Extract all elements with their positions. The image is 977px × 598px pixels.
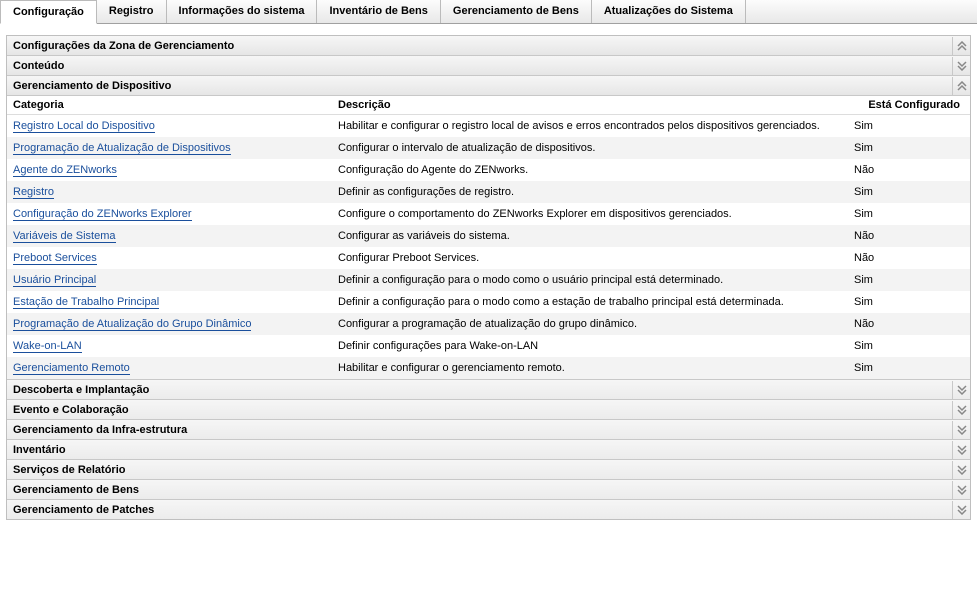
row-description: Configurar o intervalo de atualização de…: [338, 142, 854, 154]
tab-registro[interactable]: Registro: [97, 0, 167, 23]
collapsed-section-title: Evento e Colaboração: [13, 404, 129, 416]
collapsed-section-header[interactable]: Gerenciamento de Patches: [7, 499, 970, 519]
category-link[interactable]: Preboot Services: [13, 252, 97, 265]
expand-icon[interactable]: [952, 401, 970, 419]
table-row: Registro Local do Dispositivo Habilitar e…: [7, 115, 970, 137]
table-row: Estação de Trabalho Principal Definir a c…: [7, 291, 970, 313]
tab-configuracao[interactable]: Configuração: [0, 0, 97, 24]
category-link[interactable]: Wake-on-LAN: [13, 340, 82, 353]
row-configured: Não: [854, 230, 964, 242]
collapsed-section-title: Gerenciamento de Bens: [13, 484, 139, 496]
category-link[interactable]: Registro Local do Dispositivo: [13, 120, 155, 133]
row-description: Configure o comportamento do ZENworks Ex…: [338, 208, 854, 220]
row-configured: Sim: [854, 186, 964, 198]
row-description: Definir as configurações de registro.: [338, 186, 854, 198]
section-zone-header[interactable]: Configurações da Zona de Gerenciamento: [7, 36, 970, 56]
row-configured: Não: [854, 164, 964, 176]
collapsed-sections: Descoberta e Implantação Evento e Colabor…: [7, 379, 970, 519]
collapsed-section-header[interactable]: Inventário: [7, 439, 970, 459]
collapsed-section-header[interactable]: Gerenciamento de Bens: [7, 479, 970, 499]
category-link[interactable]: Programação de Atualização de Dispositiv…: [13, 142, 231, 155]
collapsed-section-header[interactable]: Evento e Colaboração: [7, 399, 970, 419]
category-link[interactable]: Gerenciamento Remoto: [13, 362, 130, 375]
collapsed-section-header[interactable]: Serviços de Relatório: [7, 459, 970, 479]
col-description: Descrição: [338, 99, 854, 111]
expand-icon[interactable]: [952, 57, 970, 75]
collapsed-section-title: Inventário: [13, 444, 66, 456]
row-description: Habilitar e configurar o gerenciamento r…: [338, 362, 854, 374]
table-row: Programação de Atualização de Dispositiv…: [7, 137, 970, 159]
main-panel: Configurações da Zona de Gerenciamento C…: [6, 35, 971, 520]
category-link[interactable]: Configuração do ZENworks Explorer: [13, 208, 192, 221]
expand-icon[interactable]: [952, 381, 970, 399]
column-headers: Categoria Descrição Está Configurado: [7, 96, 970, 115]
section-content-title: Conteúdo: [13, 60, 64, 72]
category-link[interactable]: Programação de Atualização do Grupo Dinâ…: [13, 318, 251, 331]
row-description: Definir configurações para Wake-on-LAN: [338, 340, 854, 352]
row-configured: Sim: [854, 340, 964, 352]
row-configured: Sim: [854, 362, 964, 374]
row-configured: Sim: [854, 296, 964, 308]
col-category: Categoria: [13, 99, 338, 111]
row-configured: Não: [854, 252, 964, 264]
section-device-mgmt-title: Gerenciamento de Dispositivo: [13, 80, 171, 92]
section-device-mgmt-header[interactable]: Gerenciamento de Dispositivo: [7, 76, 970, 96]
table-row: Agente do ZENworks Configuração do Agente…: [7, 159, 970, 181]
table-row: Usuário Principal Definir a configuração …: [7, 269, 970, 291]
table-row: Gerenciamento Remoto Habilitar e configur…: [7, 357, 970, 379]
row-description: Definir a configuração para o modo como …: [338, 274, 854, 286]
category-link[interactable]: Registro: [13, 186, 54, 199]
collapsed-section-title: Gerenciamento da Infra-estrutura: [13, 424, 187, 436]
collapse-icon[interactable]: [952, 37, 970, 55]
collapsed-section-title: Gerenciamento de Patches: [13, 504, 154, 516]
table-row: Variáveis de Sistema Configurar as variáv…: [7, 225, 970, 247]
row-description: Habilitar e configurar o registro local …: [338, 120, 854, 132]
table-row: Registro Definir as configurações de regi…: [7, 181, 970, 203]
category-link[interactable]: Agente do ZENworks: [13, 164, 117, 177]
row-configured: Sim: [854, 274, 964, 286]
collapsed-section-header[interactable]: Descoberta e Implantação: [7, 379, 970, 399]
collapsed-section-title: Serviços de Relatório: [13, 464, 126, 476]
settings-table-body: Registro Local do Dispositivo Habilitar e…: [7, 115, 970, 379]
tab-inventario-bens[interactable]: Inventário de Bens: [317, 0, 440, 23]
tab-informacoes-sistema[interactable]: Informações do sistema: [167, 0, 318, 23]
collapse-icon[interactable]: [952, 77, 970, 95]
section-zone-title: Configurações da Zona de Gerenciamento: [13, 40, 234, 52]
col-configured: Está Configurado: [854, 99, 964, 111]
tab-gerenciamento-bens[interactable]: Gerenciamento de Bens: [441, 0, 592, 23]
row-configured: Sim: [854, 120, 964, 132]
row-configured: Não: [854, 318, 964, 330]
category-link[interactable]: Variáveis de Sistema: [13, 230, 116, 243]
collapsed-section-header[interactable]: Gerenciamento da Infra-estrutura: [7, 419, 970, 439]
expand-icon[interactable]: [952, 421, 970, 439]
category-link[interactable]: Usuário Principal: [13, 274, 96, 287]
row-description: Configuração do Agente do ZENworks.: [338, 164, 854, 176]
row-description: Configurar Preboot Services.: [338, 252, 854, 264]
table-row: Configuração do ZENworks Explorer Configu…: [7, 203, 970, 225]
row-configured: Sim: [854, 142, 964, 154]
table-row: Wake-on-LAN Definir configurações para Wa…: [7, 335, 970, 357]
section-content-header[interactable]: Conteúdo: [7, 56, 970, 76]
expand-icon[interactable]: [952, 481, 970, 499]
category-link[interactable]: Estação de Trabalho Principal: [13, 296, 159, 309]
row-description: Configurar as variáveis do sistema.: [338, 230, 854, 242]
collapsed-section-title: Descoberta e Implantação: [13, 384, 149, 396]
row-description: Configurar a programação de atualização …: [338, 318, 854, 330]
tabs-bar: Configuração Registro Informações do sis…: [0, 0, 977, 24]
row-configured: Sim: [854, 208, 964, 220]
table-row: Programação de Atualização do Grupo Dinâ…: [7, 313, 970, 335]
table-row: Preboot Services Configurar Preboot Servi…: [7, 247, 970, 269]
tab-atualizacoes-sistema[interactable]: Atualizações do Sistema: [592, 0, 746, 23]
expand-icon[interactable]: [952, 501, 970, 519]
row-description: Definir a configuração para o modo como …: [338, 296, 854, 308]
expand-icon[interactable]: [952, 441, 970, 459]
expand-icon[interactable]: [952, 461, 970, 479]
